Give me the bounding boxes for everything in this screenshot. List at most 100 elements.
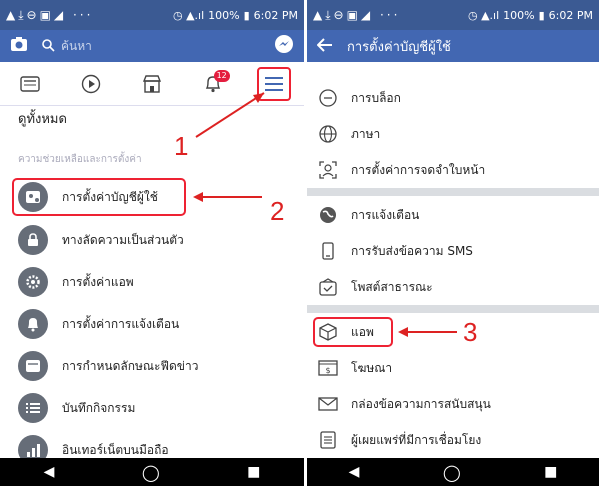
document-list-icon bbox=[317, 429, 339, 451]
menu-item-label: การตั้งค่าการแจ้งเตือน bbox=[62, 316, 180, 331]
status-bar: ▲⤓⊖▣◢ ··· ◷ ▲.ıl 100% ▮ 6:02 PM bbox=[0, 0, 304, 30]
gear-icon bbox=[18, 267, 48, 297]
settings-item-public-posts[interactable]: โพสต์สาธารณะ bbox=[317, 269, 599, 305]
settings-item-label: โฆษณา bbox=[351, 360, 393, 375]
menu-item-privacy-shortcuts[interactable]: ทางลัดความเป็นส่วนตัว bbox=[18, 220, 304, 260]
battery-level: 100% bbox=[208, 8, 240, 22]
section-divider bbox=[307, 188, 599, 196]
menu-item-label: บันทึกกิจกรรม bbox=[62, 400, 136, 415]
block-icon bbox=[317, 87, 339, 109]
notification-icons: ▲⤓⊖▣◢ ··· bbox=[313, 7, 401, 22]
android-nav-bar: ◀ ◯ ■ bbox=[307, 458, 599, 486]
menu-item-account-settings[interactable]: การตั้งค่าบัญชีผู้ใช้ bbox=[18, 177, 304, 217]
ads-icon: $ bbox=[317, 357, 339, 379]
menu-item-news-feed-preferences[interactable]: การกำหนดลักษณะฟีดข่าว bbox=[18, 346, 304, 386]
account-settings-icon bbox=[18, 182, 48, 212]
search-bar: ค้นหา bbox=[0, 30, 304, 62]
settings-item-label: ผู้เผยแพร่ที่มีการเชื่อมโยง bbox=[351, 432, 482, 447]
notification-icons: ▲⤓⊖▣◢ ··· bbox=[6, 7, 94, 22]
settings-item-linked-publishers[interactable]: ผู้เผยแพร่ที่มีการเชื่อมโยง bbox=[317, 422, 599, 458]
home-icon[interactable]: ◯ bbox=[443, 463, 461, 482]
right-phone-screen: ▲⤓⊖▣◢ ··· ◷ ▲.ıl 100% ▮ 6:02 PM การตั้งค… bbox=[307, 0, 599, 486]
clock: 6:02 PM bbox=[253, 8, 298, 22]
camera-icon[interactable] bbox=[10, 36, 28, 56]
play-icon bbox=[81, 74, 101, 93]
android-nav-bar: ◀ ◯ ■ bbox=[0, 458, 304, 486]
menu-item-app-settings[interactable]: การตั้งค่าแอพ bbox=[18, 262, 304, 302]
public-post-icon bbox=[317, 276, 339, 298]
annotation-number-1: 1 bbox=[174, 131, 189, 161]
see-all-link[interactable]: ดูทั้งหมด bbox=[18, 108, 67, 129]
page-title: การตั้งค่าบัญชีผู้ใช้ bbox=[347, 39, 451, 55]
back-icon[interactable]: ◀ bbox=[349, 464, 360, 480]
home-icon[interactable]: ◯ bbox=[142, 463, 160, 482]
menu-item-notification-settings[interactable]: การตั้งค่าการแจ้งเตือน bbox=[18, 304, 304, 344]
menu-item-label: การกำหนดลักษณะฟีดข่าว bbox=[62, 358, 199, 373]
annotation-number-2: 2 bbox=[270, 196, 285, 226]
settings-item-label: โพสต์สาธารณะ bbox=[351, 279, 433, 294]
settings-item-apps[interactable]: แอพ bbox=[317, 314, 599, 350]
settings-item-label: การรับส่งข้อความ SMS bbox=[351, 243, 473, 258]
hamburger-menu-icon bbox=[264, 76, 283, 91]
settings-item-label: การตั้งค่าการจดจำใบหน้า bbox=[351, 162, 486, 177]
annotation-number-3: 3 bbox=[463, 317, 478, 347]
settings-item-ads[interactable]: $ โฆษณา bbox=[317, 350, 599, 386]
settings-item-label: การแจ้งเตือน bbox=[351, 207, 420, 222]
tab-news-feed[interactable] bbox=[13, 67, 47, 101]
menu-item-label: การตั้งค่าแอพ bbox=[62, 274, 134, 289]
battery-icon: ▮ bbox=[243, 8, 250, 22]
recents-icon[interactable]: ■ bbox=[247, 464, 260, 480]
nav-tabs: 12 bbox=[0, 62, 304, 106]
lock-icon bbox=[18, 225, 48, 255]
settings-item-label: แอพ bbox=[351, 324, 374, 339]
phone-icon bbox=[317, 240, 339, 262]
settings-item-label: กล่องข้อความการสนับสนุน bbox=[351, 396, 491, 411]
menu-item-activity-log[interactable]: บันทึกกิจกรรม bbox=[18, 388, 304, 428]
notification-badge: 12 bbox=[213, 69, 230, 82]
status-bar: ▲⤓⊖▣◢ ··· ◷ ▲.ıl 100% ▮ 6:02 PM bbox=[307, 0, 599, 30]
search-icon bbox=[42, 37, 55, 56]
face-scan-icon bbox=[317, 159, 339, 181]
tab-marketplace[interactable] bbox=[135, 67, 169, 101]
settings-item-sms[interactable]: การรับส่งข้อความ SMS bbox=[317, 233, 599, 269]
left-phone-screen: ▲⤓⊖▣◢ ··· ◷ ▲.ıl 100% ▮ 6:02 PM ค้นหา 12… bbox=[0, 0, 304, 486]
signal-icons: ◷ ▲.ıl bbox=[467, 8, 500, 22]
menu-item-label: การตั้งค่าบัญชีผู้ใช้ bbox=[62, 189, 158, 204]
status-right: ◷ ▲.ıl 100% ▮ 6:02 PM bbox=[173, 9, 298, 22]
news-feed-icon bbox=[20, 75, 41, 92]
svg-text:$: $ bbox=[325, 366, 330, 375]
tab-notifications[interactable]: 12 bbox=[196, 67, 230, 101]
cube-icon bbox=[317, 321, 339, 343]
envelope-icon bbox=[317, 393, 339, 415]
battery-level: 100% bbox=[503, 8, 535, 22]
battery-icon: ▮ bbox=[538, 8, 545, 22]
list-icon bbox=[18, 393, 48, 423]
status-right: ◷ ▲.ıl 100% ▮ 6:02 PM bbox=[468, 9, 593, 22]
news-feed-icon bbox=[18, 351, 48, 381]
search-input[interactable]: ค้นหา bbox=[61, 37, 92, 56]
globe-notification-icon bbox=[317, 204, 339, 226]
settings-item-support-inbox[interactable]: กล่องข้อความการสนับสนุน bbox=[317, 386, 599, 422]
back-icon[interactable]: ◀ bbox=[44, 464, 55, 480]
section-divider bbox=[307, 305, 599, 313]
settings-item-blocking[interactable]: การบล็อก bbox=[317, 80, 599, 116]
messenger-icon[interactable] bbox=[274, 34, 294, 58]
globe-icon bbox=[317, 123, 339, 145]
settings-item-label: ภาษา bbox=[351, 126, 381, 141]
back-arrow-icon[interactable] bbox=[316, 37, 333, 56]
settings-header: การตั้งค่าบัญชีผู้ใช้ bbox=[307, 30, 599, 62]
store-icon bbox=[142, 74, 162, 93]
tab-watch[interactable] bbox=[74, 67, 108, 101]
recents-icon[interactable]: ■ bbox=[544, 464, 557, 480]
menu-item-label: ทางลัดความเป็นส่วนตัว bbox=[62, 232, 184, 247]
settings-item-label: การบล็อก bbox=[351, 90, 401, 105]
settings-item-notifications[interactable]: การแจ้งเตือน bbox=[317, 197, 599, 233]
signal-icons: ◷ ▲.ıl bbox=[172, 8, 205, 22]
settings-item-face-recognition[interactable]: การตั้งค่าการจดจำใบหน้า bbox=[317, 152, 599, 188]
menu-item-label: อินเทอร์เน็ตบนมือถือ bbox=[62, 442, 169, 457]
bell-icon bbox=[18, 309, 48, 339]
tab-menu[interactable] bbox=[256, 66, 291, 101]
settings-item-language[interactable]: ภาษา bbox=[317, 116, 599, 152]
section-header: ความช่วยเหลือและการตั้งค่า bbox=[18, 154, 142, 165]
clock: 6:02 PM bbox=[548, 8, 593, 22]
